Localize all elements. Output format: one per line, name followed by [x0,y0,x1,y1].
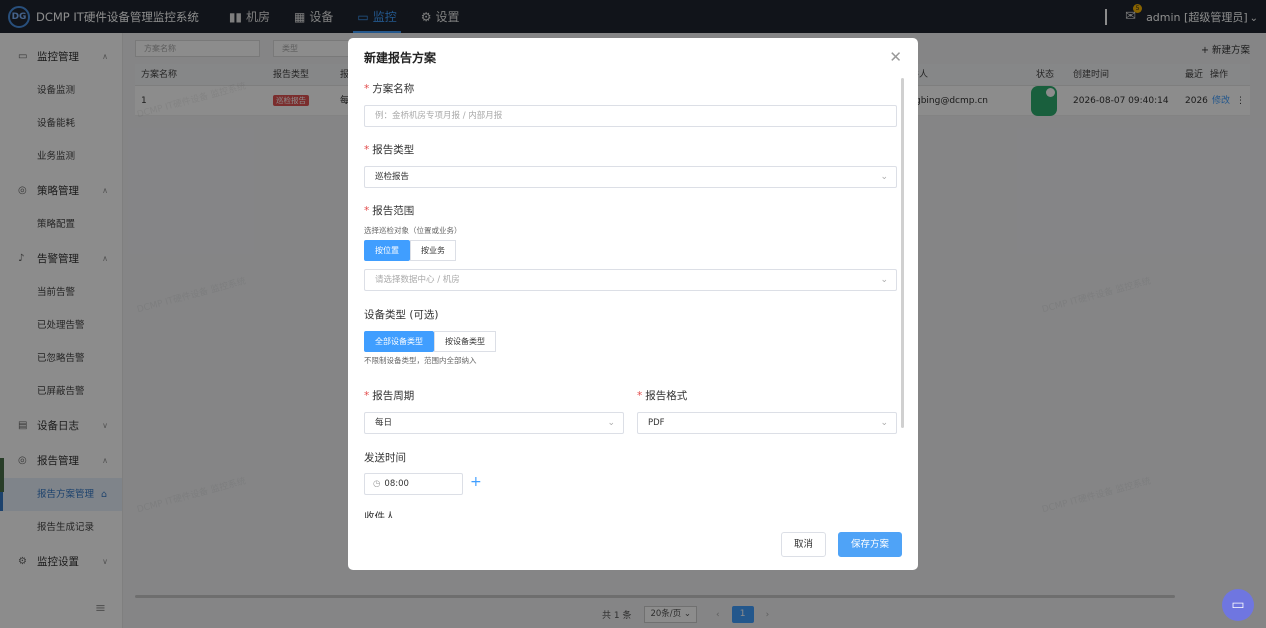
by-device-type-button[interactable]: 按设备类型 [434,331,496,352]
dialog-title: 新建报告方案 [364,51,437,65]
dialog-scrollbar[interactable] [901,78,904,428]
scope-by-business-button[interactable]: 按业务 [410,240,456,261]
send-time-input[interactable]: ◷ 08:00 [364,473,463,495]
time-value: 08:00 [384,479,409,489]
scheme-name-input[interactable]: 例：金桥机房专项月报 / 内部月报 [364,105,897,127]
select-value: 每日 [375,418,393,428]
new-scheme-dialog: 新建报告方案 ✕ * 方案名称 例：金桥机房专项月报 / 内部月报 * 报告类型 巡… [348,38,918,570]
device-type-hint: 不限制设备类型，范围内全部纳入 [364,356,477,365]
chat-icon[interactable]: ▭ [1222,589,1254,621]
period-select[interactable]: 每日 ⌄ [364,412,624,434]
dialog-body: * 方案名称 例：金桥机房专项月报 / 内部月报 * 报告类型 巡检报告 ⌄ * 报告范… [364,78,897,518]
clock-icon: ◷ [373,479,381,489]
send-time-label: 发送时间 [364,452,406,464]
select-value: PDF [648,418,665,428]
type-label: * 报告类型 [364,144,415,156]
scope-select[interactable]: 请选择数据中心 / 机房 ⌄ [364,269,897,291]
save-scheme-button[interactable]: 保存方案 [837,532,902,557]
close-icon[interactable]: ✕ [889,48,902,66]
scope-toggle: 按位置 按业务 [364,240,456,261]
scope-hint: 选择巡检对象（位置或业务） [364,226,462,235]
add-time-icon[interactable]: + [470,474,482,490]
name-label: * 方案名称 [364,83,415,95]
select-placeholder: 请选择数据中心 / 机房 [375,275,460,285]
all-device-types-button[interactable]: 全部设备类型 [364,331,434,352]
select-value: 巡检报告 [375,172,410,182]
scope-by-location-button[interactable]: 按位置 [364,240,410,261]
format-select[interactable]: PDF ⌄ [637,412,897,434]
chevron-down-icon: ⌄ [880,275,888,285]
format-label: * 报告格式 [637,390,688,402]
device-type-label: 设备类型 (可选) [364,309,439,321]
recipients-label: 收件人 [364,511,396,518]
scope-label: * 报告范围 [364,205,415,217]
period-label: * 报告周期 [364,390,415,402]
report-type-select[interactable]: 巡检报告 ⌄ [364,166,897,188]
chevron-down-icon: ⌄ [607,418,615,428]
chevron-down-icon: ⌄ [880,418,888,428]
chevron-down-icon: ⌄ [880,172,888,182]
cancel-button[interactable]: 取消 [780,532,826,557]
device-type-toggle: 全部设备类型 按设备类型 [364,331,496,352]
